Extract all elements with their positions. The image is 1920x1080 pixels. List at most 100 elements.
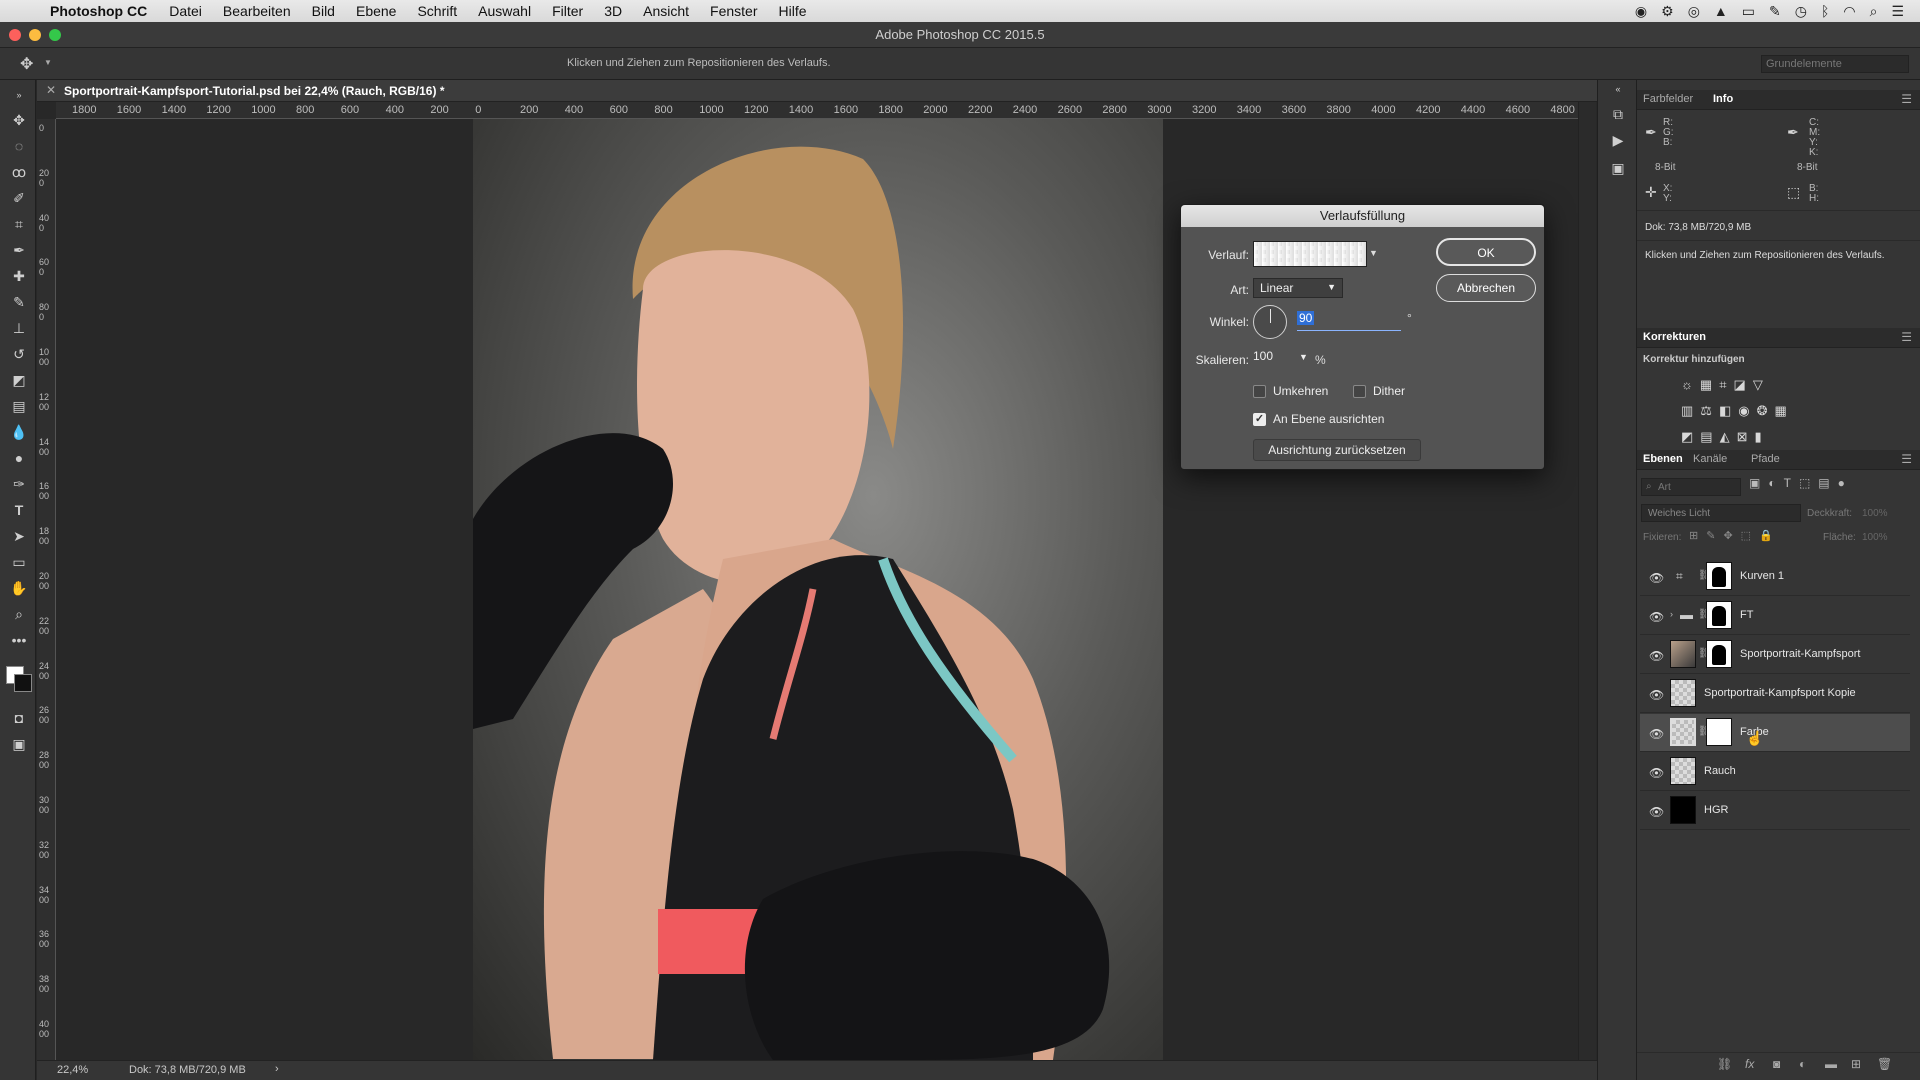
menu-filter[interactable]: Filter (552, 3, 583, 19)
record-icon[interactable]: ◉ (1635, 3, 1647, 20)
threshold-icon[interactable]: ◭ (1720, 429, 1737, 444)
adjustments-title[interactable]: Korrekturen (1643, 331, 1706, 343)
fill-value[interactable]: 100% (1862, 532, 1888, 543)
panel-menu-icon[interactable]: ☰ (1901, 92, 1912, 106)
chevron-down-icon[interactable]: ▼ (1299, 352, 1308, 362)
tab-info[interactable]: Info (1713, 93, 1733, 105)
blur-tool-icon[interactable]: 💧 (8, 422, 30, 442)
filter-type-icon[interactable]: T (1784, 476, 1799, 490)
display-icon[interactable]: ▭ (1742, 3, 1755, 20)
layer-row[interactable]: 👁 ⛓ Farbe ☝ (1640, 714, 1910, 752)
visibility-eye-icon[interactable]: 👁 (1649, 571, 1664, 585)
dodge-tool-icon[interactable]: ● (8, 448, 30, 468)
expand-panels-icon[interactable]: « (1608, 84, 1628, 94)
ok-button[interactable]: OK (1436, 238, 1536, 266)
healing-brush-tool-icon[interactable]: ✚ (8, 266, 30, 286)
close-document-icon[interactable]: ✕ (46, 83, 56, 97)
crop-tool-icon[interactable]: ⌗ (8, 214, 30, 234)
layer-thumbnail[interactable] (1670, 757, 1696, 785)
layer-name[interactable]: HGR (1704, 804, 1728, 816)
dither-label[interactable]: Dither (1373, 384, 1405, 398)
new-layer-icon[interactable]: ⊞ (1851, 1057, 1861, 1071)
horizontal-ruler[interactable]: 1800 1600 1400 1200 1000 800 600 400 200 0 200 400 6… (56, 102, 1578, 119)
reset-alignment-button[interactable]: Ausrichtung zurücksetzen (1253, 439, 1421, 461)
color-balance-icon[interactable]: ⚖ (1700, 403, 1719, 418)
eraser-tool-icon[interactable]: ◩ (8, 370, 30, 390)
lock-position-icon[interactable]: ✥ (1723, 530, 1740, 542)
hue-saturation-icon[interactable]: ▥ (1681, 403, 1700, 418)
gradient-preview[interactable] (1253, 241, 1367, 267)
style-select[interactable]: Linear ▼ (1253, 278, 1343, 298)
workspace-switcher[interactable]: Grundelemente (1761, 55, 1909, 73)
filter-pixel-icon[interactable]: ▣ (1749, 476, 1768, 490)
chevron-down-icon[interactable]: ▼ (44, 58, 52, 67)
gradient-map-icon[interactable]: ▮ (1755, 429, 1769, 444)
channel-mixer-icon[interactable]: ❂ (1757, 403, 1775, 418)
wifi-icon[interactable]: ◠ (1843, 3, 1855, 20)
menu-3d[interactable]: 3D (604, 3, 622, 19)
reverse-checkbox[interactable] (1253, 385, 1266, 398)
posterize-icon[interactable]: ▤ (1700, 429, 1719, 444)
align-with-layer-label[interactable]: An Ebene ausrichten (1273, 412, 1384, 426)
spotlight-search-icon[interactable]: ⌕ (1870, 3, 1878, 20)
layer-style-fx-icon[interactable]: fx (1745, 1057, 1754, 1071)
cancel-button[interactable]: Abbrechen (1436, 274, 1536, 302)
pen-tool-icon[interactable]: ✑ (8, 474, 30, 494)
menu-ansicht[interactable]: Ansicht (643, 3, 689, 19)
background-color-swatch[interactable] (14, 674, 32, 692)
collapse-toolbar-icon[interactable]: » (8, 90, 30, 100)
layer-mask-thumbnail[interactable] (1706, 601, 1732, 629)
move-tool-preset-icon[interactable]: ✥ (20, 54, 33, 74)
visibility-eye-icon[interactable]: 👁 (1649, 766, 1664, 780)
layer-name[interactable]: Kurven 1 (1740, 570, 1784, 582)
menu-datei[interactable]: Datei (169, 3, 202, 19)
layer-mask-thumbnail[interactable] (1706, 562, 1732, 590)
layer-name[interactable]: Sportportrait-Kampfsport Kopie (1704, 687, 1856, 699)
invert-icon[interactable]: ◩ (1681, 429, 1700, 444)
blend-mode-select[interactable]: Weiches Licht (1641, 504, 1801, 522)
add-mask-icon[interactable]: ◙ (1773, 1057, 1780, 1071)
panel-menu-icon[interactable]: ☰ (1901, 330, 1912, 344)
tab-ebenen[interactable]: Ebenen (1643, 453, 1683, 465)
eyedropper-tool-icon[interactable]: ✒ (8, 240, 30, 260)
visibility-eye-icon[interactable]: 👁 (1649, 649, 1664, 663)
layer-name[interactable]: Sportportrait-Kampfsport (1740, 648, 1860, 660)
lasso-tool-icon[interactable]: ꝏ (8, 162, 30, 182)
menu-schrift[interactable]: Schrift (417, 3, 457, 19)
layer-thumbnail[interactable] (1670, 718, 1696, 746)
lock-transparency-icon[interactable]: ⊞ (1689, 530, 1706, 542)
layer-thumbnail[interactable] (1670, 796, 1696, 824)
tab-farbfelder[interactable]: Farbfelder (1643, 93, 1693, 105)
delete-layer-icon[interactable]: 🗑 (1877, 1057, 1892, 1071)
filter-smart-object-icon[interactable]: ▤ (1818, 476, 1837, 490)
color-lookup-icon[interactable]: ▦ (1775, 403, 1794, 418)
rectangle-tool-icon[interactable]: ▭ (8, 552, 30, 572)
layer-thumbnail[interactable] (1670, 679, 1696, 707)
clone-stamp-tool-icon[interactable]: ⊥ (8, 318, 30, 338)
selective-color-icon[interactable]: ⊠ (1737, 429, 1755, 444)
layer-row[interactable]: 👁 ⛓ Sportportrait-Kampfsport (1640, 636, 1910, 674)
exposure-icon[interactable]: ◪ (1734, 377, 1753, 392)
screen-mode-icon[interactable]: ▣ (8, 734, 30, 754)
new-group-icon[interactable]: ▬ (1825, 1057, 1837, 1071)
more-tools-icon[interactable]: ••• (8, 630, 30, 650)
vibrance-icon[interactable]: ▽ (1753, 377, 1770, 392)
chevron-down-icon[interactable]: ▼ (1369, 248, 1378, 258)
status-menu-arrow[interactable]: › (275, 1063, 279, 1075)
marquee-tool-icon[interactable]: ◌ (8, 136, 30, 156)
zoom-tool-icon[interactable]: ⌕ (8, 604, 30, 624)
network-icon[interactable]: ⚙ (1661, 3, 1674, 20)
path-selection-tool-icon[interactable]: ➤ (8, 526, 30, 546)
layer-name[interactable]: Rauch (1704, 765, 1736, 777)
bluetooth-icon[interactable]: ᛒ (1821, 3, 1829, 20)
menu-ebene[interactable]: Ebene (356, 3, 396, 19)
properties-panel-icon[interactable]: ▣ (1608, 160, 1628, 180)
new-adjustment-layer-icon[interactable]: ◐ (1799, 1057, 1806, 1071)
filter-shape-icon[interactable]: ⬚ (1799, 476, 1818, 490)
lock-artboard-icon[interactable]: ⬚ (1741, 530, 1759, 542)
eye-status-icon[interactable]: ◎ (1688, 3, 1700, 20)
tab-kanaele[interactable]: Kanäle (1693, 453, 1727, 465)
quick-mask-icon[interactable]: ◘ (8, 708, 30, 728)
history-brush-tool-icon[interactable]: ↺ (8, 344, 30, 364)
layer-row[interactable]: 👁 Rauch (1640, 753, 1910, 791)
